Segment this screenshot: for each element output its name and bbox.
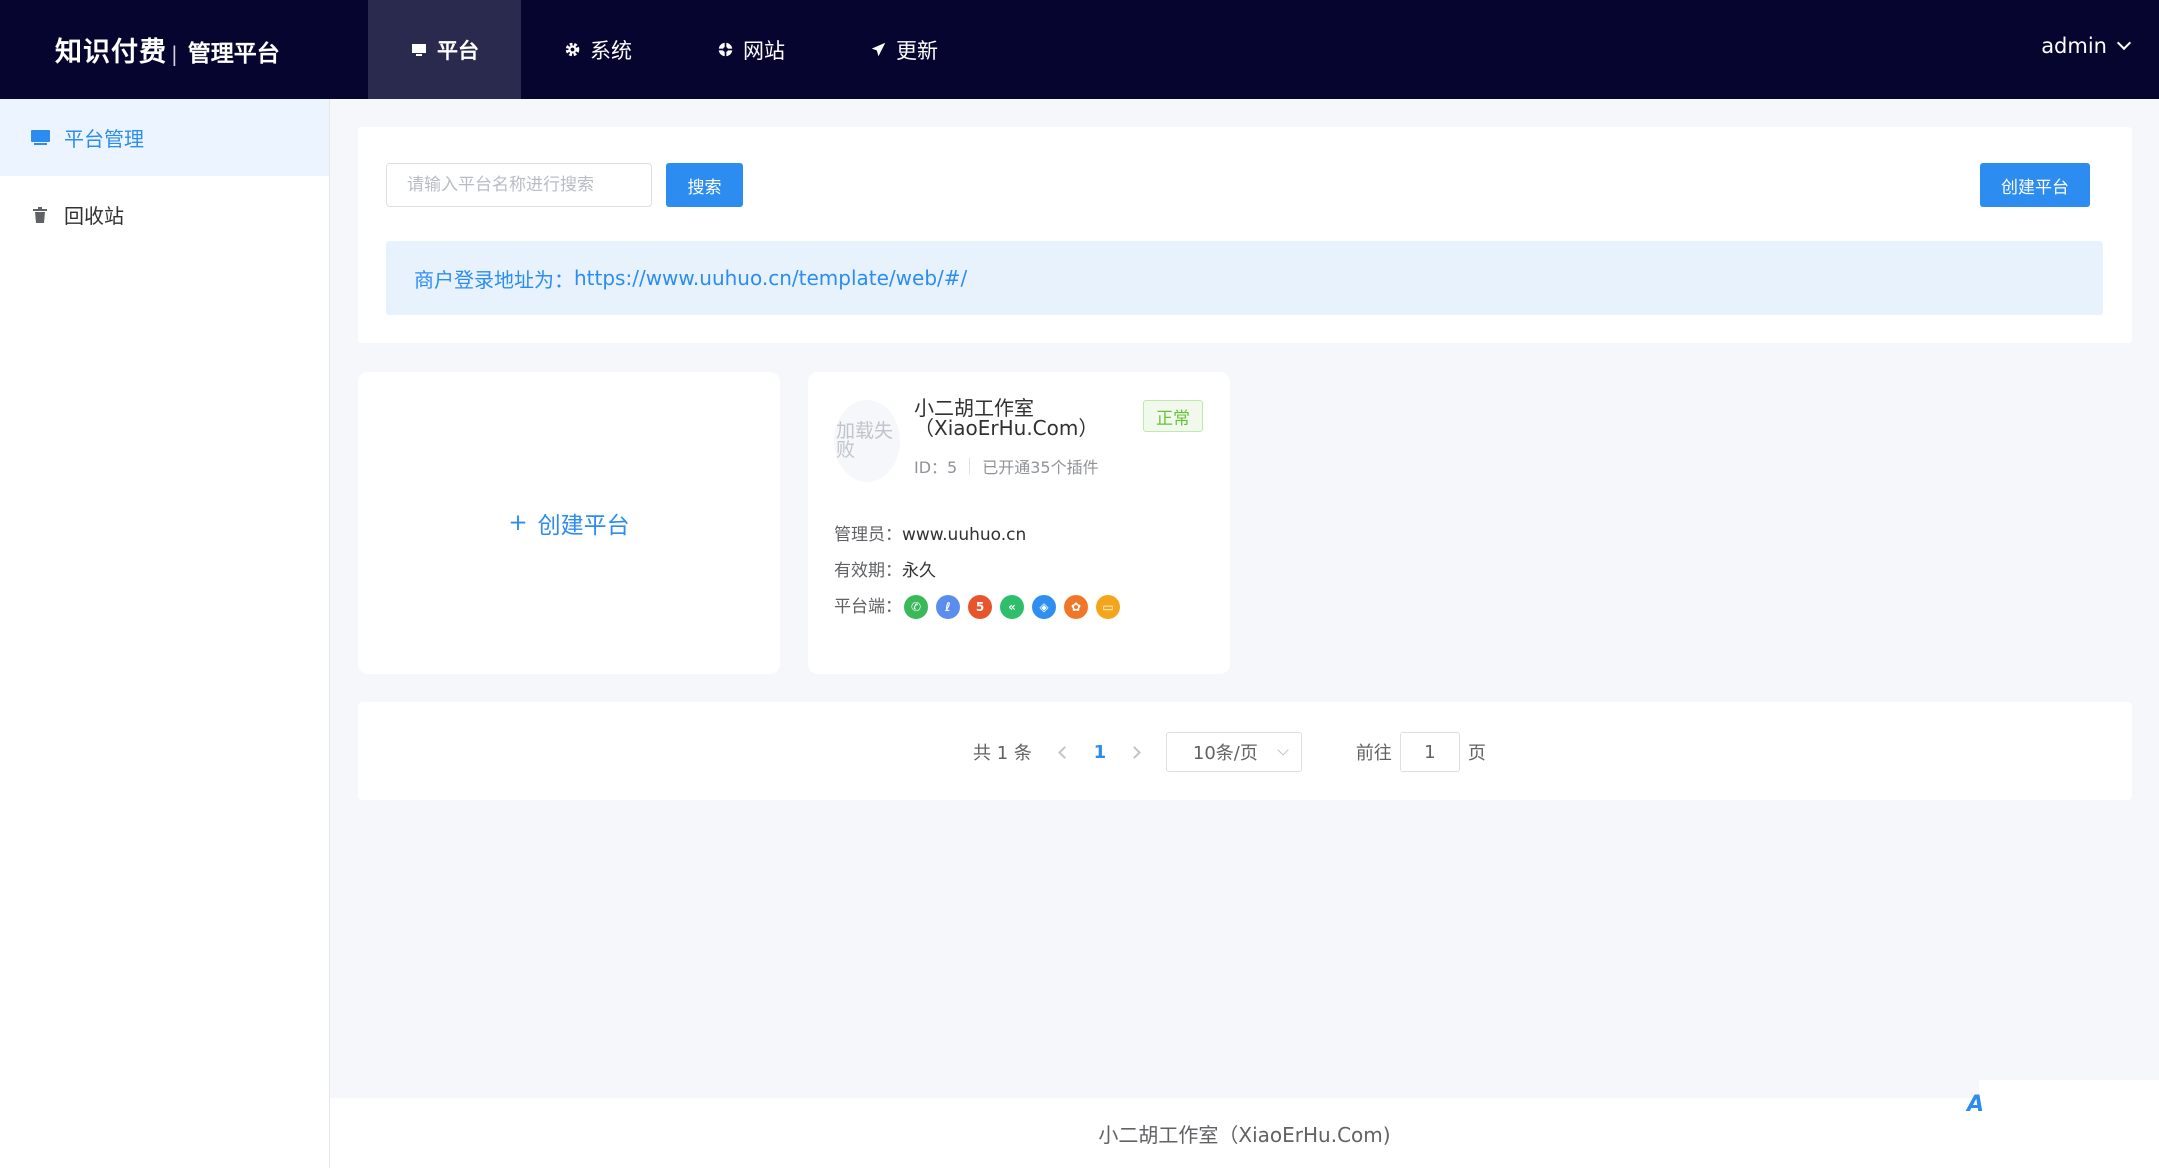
prev-page-button[interactable] bbox=[1048, 737, 1078, 767]
send-icon bbox=[869, 41, 887, 59]
monitor-icon bbox=[30, 128, 50, 148]
platform-icons: ✆ ℓ 5 « ◈ ✿ ▭ bbox=[904, 595, 1120, 619]
create-platform-card[interactable]: + 创建平台 bbox=[358, 372, 780, 674]
goto-label: 前往 bbox=[1355, 743, 1392, 764]
h5-icon: 5 bbox=[968, 595, 992, 619]
nav-label: 平台 bbox=[437, 38, 479, 63]
create-platform-card-label: 创建平台 bbox=[537, 513, 630, 539]
pagination-panel: 共 1 条 1 10条/页 前往 页 bbox=[358, 702, 2132, 800]
admin-value: www.uuhuo.cn bbox=[902, 525, 1027, 545]
create-platform-button[interactable]: 创建平台 bbox=[1980, 163, 2090, 207]
logo-subtitle: 管理平台 bbox=[187, 41, 280, 67]
nav-item-website[interactable]: 网站 bbox=[674, 0, 827, 99]
toutiao-icon: ✿ bbox=[1064, 595, 1088, 619]
platforms-row: 平台端： ✆ ℓ 5 « ◈ ✿ ▭ bbox=[834, 592, 1120, 619]
platform-name: 小二胡工作室（XiaoErHu.Com） bbox=[914, 396, 1099, 440]
chevron-right-icon bbox=[1128, 745, 1142, 759]
wechat-icon: ✆ bbox=[904, 595, 928, 619]
platform-avatar: 加载失败 bbox=[834, 400, 900, 482]
chevron-down-icon bbox=[2116, 35, 2132, 51]
nav-item-update[interactable]: 更新 bbox=[827, 0, 980, 99]
miniprogram-icon: ℓ bbox=[936, 595, 960, 619]
logo-separator: | bbox=[171, 42, 178, 66]
corner-watermark: A bbox=[1967, 1080, 2159, 1120]
sidebar-item-label: 回收站 bbox=[64, 204, 124, 228]
monitor-icon bbox=[410, 41, 428, 59]
pc-icon: ▭ bbox=[1096, 595, 1120, 619]
pagination: 共 1 条 1 10条/页 前往 页 bbox=[973, 732, 1486, 772]
divider bbox=[969, 458, 971, 474]
sidebar-item-platform-management[interactable]: 平台管理 bbox=[0, 99, 329, 176]
page-size-value: 10条/页 bbox=[1192, 743, 1258, 764]
merchant-login-notice: 商户登录地址为： https://www.uuhuo.cn/template/w… bbox=[386, 241, 2103, 315]
platform-id: ID：5 bbox=[914, 458, 958, 477]
status-badge: 正常 bbox=[1143, 400, 1203, 432]
nav-label: 系统 bbox=[590, 38, 632, 63]
nav-label: 更新 bbox=[896, 38, 938, 63]
logo-title: 知识付费 bbox=[55, 37, 167, 68]
next-page-button[interactable] bbox=[1122, 737, 1152, 767]
platforms-label: 平台端： bbox=[834, 597, 902, 617]
plugin-count: 已开通35个插件 bbox=[982, 458, 1099, 477]
page-suffix: 页 bbox=[1467, 743, 1486, 764]
sidebar-item-label: 平台管理 bbox=[64, 127, 144, 151]
merchant-login-link[interactable]: https://www.uuhuo.cn/template/web/#/ bbox=[574, 266, 967, 290]
chevron-left-icon bbox=[1058, 745, 1072, 759]
footer-text: 小二胡工作室（XiaoErHu.Com) bbox=[1098, 1122, 1391, 1147]
top-navbar: 知识付费 | 管理平台 平台 系统 网站 更新 admin bbox=[0, 0, 2159, 99]
pagination-total: 共 1 条 bbox=[973, 743, 1032, 764]
trash-icon bbox=[30, 205, 50, 225]
user-menu[interactable]: admin bbox=[2041, 34, 2132, 58]
plus-icon: + bbox=[508, 510, 528, 536]
search-button[interactable]: 搜索 bbox=[666, 163, 743, 207]
notice-label: 商户登录地址为： bbox=[414, 267, 574, 292]
nav-item-system[interactable]: 系统 bbox=[521, 0, 674, 99]
nav-label: 网站 bbox=[743, 38, 785, 63]
platform-card[interactable]: 加载失败 小二胡工作室（XiaoErHu.Com） 正常 ID：5 已开通35个… bbox=[808, 372, 1230, 674]
platform-meta: ID：5 已开通35个插件 bbox=[914, 454, 1099, 478]
sidebar: 平台管理 回收站 bbox=[0, 99, 330, 1168]
validity-label: 有效期： bbox=[834, 561, 902, 581]
footer: 小二胡工作室（XiaoErHu.Com) bbox=[330, 1098, 2159, 1168]
logo[interactable]: 知识付费 | 管理平台 bbox=[55, 30, 280, 69]
admin-label: 管理员： bbox=[834, 525, 902, 545]
chevron-down-icon bbox=[1277, 744, 1289, 756]
username: admin bbox=[2041, 34, 2107, 58]
main-nav: 平台 系统 网站 更新 bbox=[368, 0, 980, 99]
page-size-select[interactable]: 10条/页 bbox=[1165, 732, 1302, 772]
globe-icon bbox=[716, 41, 734, 59]
validity-row: 有效期：永久 bbox=[834, 556, 936, 581]
app-icon: « bbox=[1000, 595, 1024, 619]
search-input[interactable] bbox=[386, 163, 652, 207]
search-panel: 搜索 创建平台 商户登录地址为： https://www.uuhuo.cn/te… bbox=[358, 127, 2132, 343]
gear-icon bbox=[563, 41, 581, 59]
baidu-icon: ◈ bbox=[1032, 595, 1056, 619]
goto-page-input[interactable] bbox=[1399, 732, 1460, 772]
validity-value: 永久 bbox=[902, 561, 936, 581]
watermark-glyph: A bbox=[1967, 1092, 1985, 1117]
nav-item-platform[interactable]: 平台 bbox=[368, 0, 521, 99]
page-number[interactable]: 1 bbox=[1078, 742, 1122, 763]
admin-row: 管理员：www.uuhuo.cn bbox=[834, 520, 1026, 545]
sidebar-item-recycle-bin[interactable]: 回收站 bbox=[0, 176, 329, 253]
